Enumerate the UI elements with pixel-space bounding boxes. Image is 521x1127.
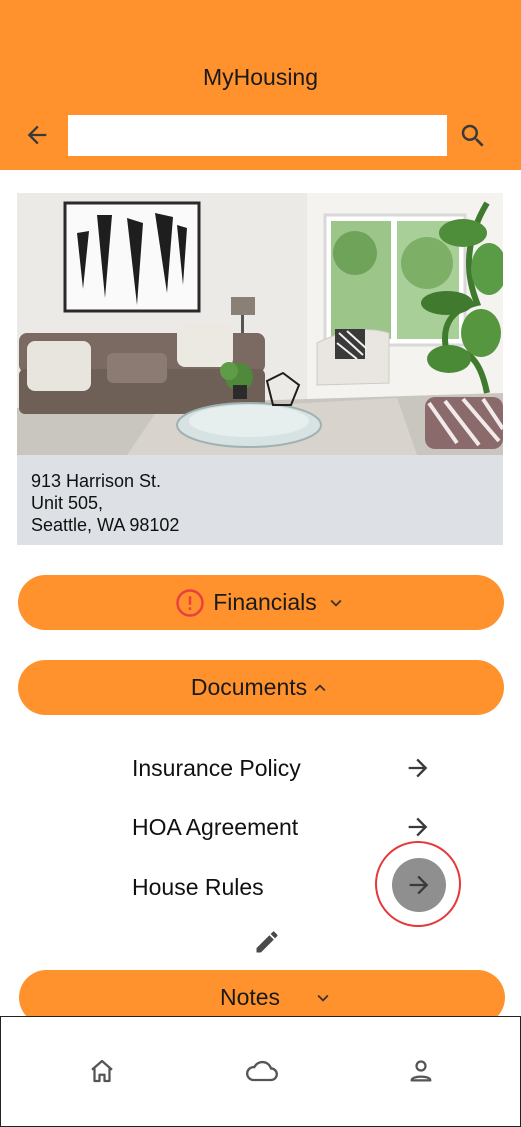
- arrow-left-icon: [27, 125, 47, 145]
- financials-label: Financials: [213, 589, 317, 615]
- back-button[interactable]: [20, 118, 54, 152]
- nav-profile-button[interactable]: [401, 1053, 441, 1089]
- arrow-right-icon: [408, 817, 428, 837]
- document-label: Insurance Policy: [132, 754, 301, 781]
- financials-section-button[interactable]: Financials: [18, 575, 504, 630]
- search-icon: [461, 124, 484, 147]
- search-input[interactable]: [68, 115, 447, 156]
- address-line-3: Seattle, WA 98102: [31, 515, 180, 535]
- document-item-hoa-agreement[interactable]: HOA Agreement: [132, 807, 442, 847]
- notes-label: Notes: [219, 984, 281, 1010]
- home-icon: [91, 1059, 113, 1083]
- arrow-right-icon: [408, 758, 428, 778]
- documents-section-button[interactable]: Documents: [18, 660, 504, 715]
- nav-cloud-button[interactable]: [242, 1053, 282, 1089]
- open-document-button-pressed[interactable]: [392, 858, 446, 912]
- property-card[interactable]: 913 Harrison St. Unit 505, Seattle, WA 9…: [17, 193, 503, 545]
- bottom-navigation: [0, 1016, 521, 1127]
- chevron-up-icon: [314, 683, 326, 691]
- search-button[interactable]: [454, 117, 492, 155]
- address-line-2: Unit 505,: [31, 493, 104, 513]
- chevron-down-icon: [330, 599, 342, 607]
- document-item-insurance-policy[interactable]: Insurance Policy: [132, 748, 442, 788]
- profile-icon: [410, 1060, 432, 1082]
- property-photo: [17, 193, 503, 455]
- cloud-icon: [246, 1060, 278, 1082]
- nav-home-button[interactable]: [82, 1053, 122, 1089]
- property-address: 913 Harrison St. Unit 505, Seattle, WA 9…: [31, 470, 179, 536]
- open-document-button[interactable]: [400, 809, 436, 845]
- edit-documents-button[interactable]: [250, 925, 284, 959]
- chevron-down-icon: [317, 994, 329, 1002]
- alert-circle-icon: [176, 588, 204, 617]
- document-label: HOA Agreement: [132, 813, 299, 840]
- arrow-right-icon: [409, 875, 429, 895]
- open-document-button[interactable]: [400, 750, 436, 786]
- address-line-1: 913 Harrison St.: [31, 471, 162, 491]
- pencil-icon: [256, 931, 278, 953]
- documents-label: Documents: [190, 674, 308, 700]
- app-title: MyHousing: [202, 64, 319, 90]
- app-bar: MyHousing: [0, 0, 521, 170]
